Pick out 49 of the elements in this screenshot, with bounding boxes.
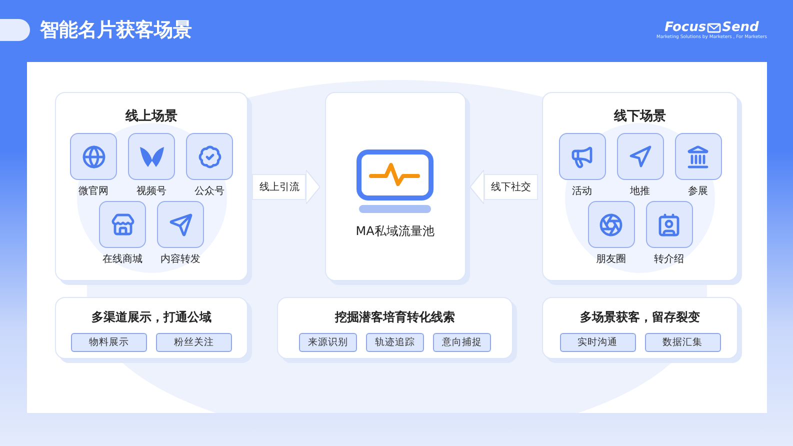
scene-label: 视频号 bbox=[136, 184, 166, 198]
page-title: 智能名片获客场景 bbox=[40, 18, 193, 43]
scene-tile[interactable] bbox=[616, 133, 664, 180]
scene-tile[interactable] bbox=[588, 201, 634, 248]
scene-tile[interactable] bbox=[558, 133, 606, 180]
arrow-head-icon bbox=[306, 170, 320, 204]
navigation-icon bbox=[628, 144, 652, 168]
scene-label: 在线商城 bbox=[102, 252, 142, 266]
scene-tile[interactable] bbox=[99, 201, 146, 248]
logo-text: Focus bbox=[664, 20, 706, 35]
aperture-icon bbox=[599, 212, 623, 236]
feature-tag: 粉丝关注 bbox=[156, 333, 232, 352]
scene-label: 朋友圈 bbox=[596, 253, 626, 266]
feature-tag: 轨迹追踪 bbox=[366, 333, 424, 352]
monitor-pulse-icon bbox=[356, 149, 434, 213]
landmark-icon bbox=[686, 144, 710, 168]
megaphone-icon bbox=[570, 144, 594, 168]
butterfly-icon bbox=[138, 146, 164, 168]
scene-label: 公众号 bbox=[194, 185, 224, 198]
feature-title: 多渠道展示，打通公域 bbox=[92, 309, 212, 326]
scene-tile[interactable] bbox=[646, 201, 692, 248]
scene-label: 地推 bbox=[630, 184, 650, 198]
hub-label: MA私域流量池 bbox=[356, 223, 434, 240]
title-pill bbox=[0, 19, 30, 41]
scene-label: 参展 bbox=[688, 184, 708, 198]
feature-tag: 数据汇集 bbox=[644, 333, 720, 352]
scene-tile[interactable] bbox=[157, 201, 204, 248]
scene-label: 活动 bbox=[572, 185, 592, 198]
feature-title: 挖掘潜客培育转化线索 bbox=[335, 309, 455, 326]
scene-tile[interactable] bbox=[186, 133, 233, 180]
panel-title: 线下场景 bbox=[614, 108, 666, 125]
feature-title: 多场景获客，留存裂变 bbox=[580, 309, 700, 326]
contact-card-icon bbox=[657, 212, 681, 236]
logo-text: Send bbox=[722, 20, 759, 35]
globe-icon bbox=[82, 144, 106, 168]
feature-tag: 意向捕捉 bbox=[433, 333, 491, 352]
feature-tag: 物料展示 bbox=[71, 333, 147, 352]
feature-tag: 来源识别 bbox=[299, 333, 357, 352]
store-icon bbox=[110, 212, 134, 236]
scene-tile[interactable] bbox=[128, 133, 175, 180]
badge-check-icon bbox=[198, 144, 222, 168]
scene-tile[interactable] bbox=[70, 133, 117, 180]
scene-label: 微官网 bbox=[78, 184, 108, 198]
scene-label: 内容转发 bbox=[160, 252, 200, 266]
scene-label: 转介绍 bbox=[654, 253, 684, 266]
envelope-icon bbox=[707, 22, 722, 32]
scene-tile[interactable] bbox=[674, 133, 722, 180]
feature-tag: 实时沟通 bbox=[560, 333, 636, 352]
panel-title: 线上场景 bbox=[126, 108, 178, 125]
